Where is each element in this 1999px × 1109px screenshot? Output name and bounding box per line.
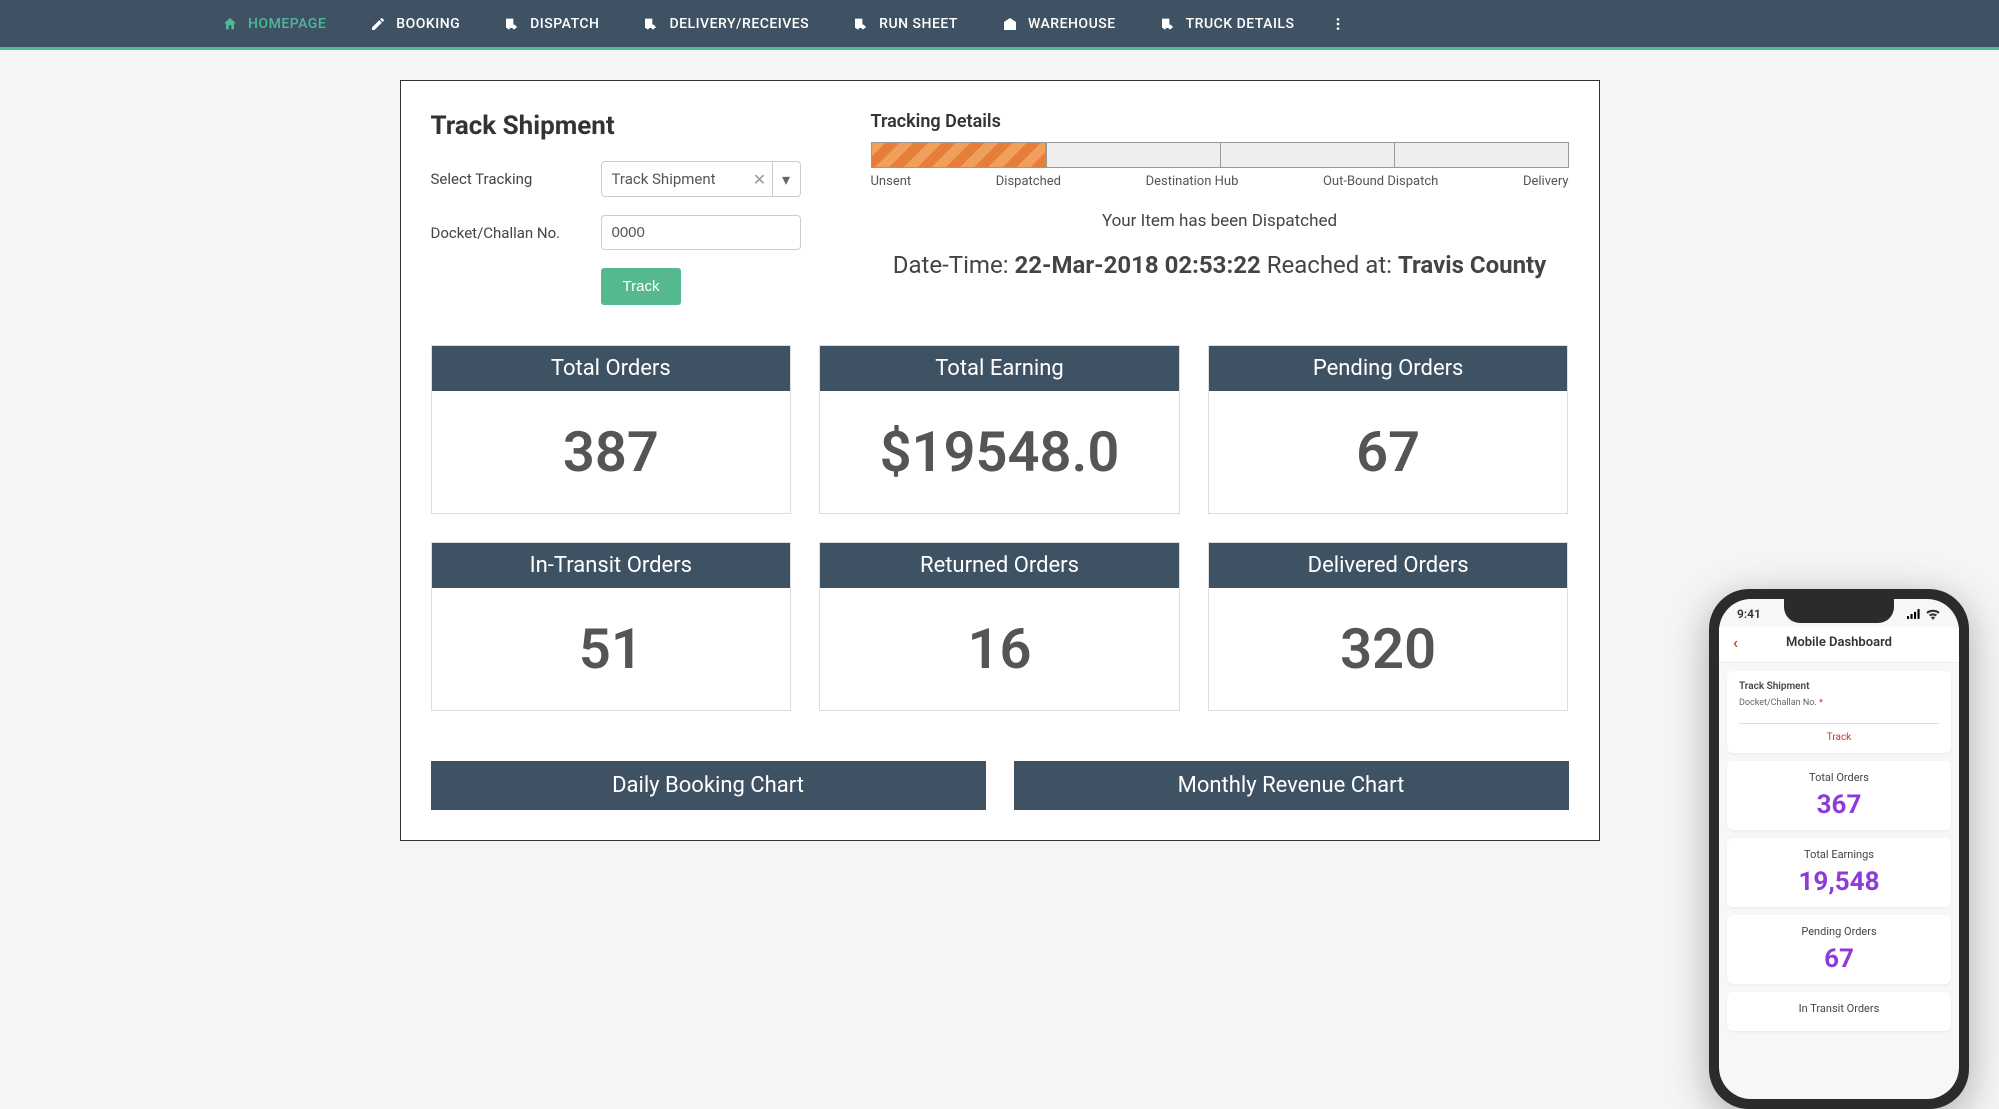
nav-label: BOOKING [396, 16, 460, 32]
stat-value: 51 [432, 588, 791, 710]
more-vert-icon [1330, 16, 1346, 32]
truck-icon [643, 16, 659, 32]
mobile-docket-label: Docket/Challan No. [1739, 698, 1817, 708]
nav-more[interactable] [1316, 16, 1360, 32]
mobile-track-title: Track Shipment [1739, 681, 1939, 692]
top-nav: HOMEPAGE BOOKING DISPATCH DELIVERY/RECEI… [0, 0, 1999, 50]
main-panel: Track Shipment Select Tracking Track Shi… [400, 80, 1600, 841]
track-button[interactable]: Track [601, 268, 682, 305]
mobile-stat-pending: Pending Orders 67 [1727, 915, 1951, 984]
nav-label: RUN SHEET [879, 16, 958, 32]
stage-label: Unsent [871, 174, 912, 189]
truck-icon [853, 16, 869, 32]
stat-label: Total Orders [432, 346, 791, 391]
phone-screen: 9:41 ‹ Mobile Dashboard Track Shipment D… [1719, 599, 1959, 1099]
nav-booking[interactable]: BOOKING [348, 0, 482, 47]
warehouse-icon [1002, 16, 1018, 32]
docket-label: Docket/Challan No. [431, 224, 581, 242]
mobile-stat-label: Pending Orders [1739, 925, 1939, 938]
phone-header: ‹ Mobile Dashboard [1719, 627, 1959, 663]
status-message: Your Item has been Dispatched [871, 211, 1569, 231]
select-value: Track Shipment [602, 162, 748, 196]
stat-value: 16 [820, 588, 1179, 710]
docket-input[interactable] [601, 215, 801, 250]
select-clear-icon[interactable]: ✕ [748, 162, 772, 196]
signal-icon [1907, 608, 1921, 620]
nav-label: DELIVERY/RECEIVES [669, 16, 809, 32]
reached-value: Travis County [1398, 251, 1546, 279]
home-icon [222, 16, 238, 32]
phone-status-icons [1907, 607, 1941, 621]
status-detail: Date-Time: 22-Mar-2018 02:53:22 Reached … [871, 251, 1569, 279]
edit-icon [370, 16, 386, 32]
stats-grid: Total Orders 387 Total Earning $19548.0 … [431, 345, 1569, 711]
stage-label: Destination Hub [1146, 174, 1239, 189]
mobile-stat-earnings: Total Earnings 19,548 [1727, 838, 1951, 907]
wifi-icon [1925, 608, 1941, 620]
phone-title: Mobile Dashboard [1786, 635, 1892, 650]
required-mark: * [1819, 698, 1823, 708]
chart-daily-header: Daily Booking Chart [431, 761, 986, 810]
track-form: Track Shipment Select Tracking Track Shi… [431, 111, 811, 305]
mobile-stat-label: Total Earnings [1739, 848, 1939, 861]
stat-card-returned: Returned Orders 16 [819, 542, 1180, 711]
tracking-select[interactable]: Track Shipment ✕ ▾ [601, 161, 801, 197]
mobile-track-button[interactable]: Track [1739, 732, 1939, 743]
select-tracking-label: Select Tracking [431, 170, 581, 188]
nav-warehouse[interactable]: WAREHOUSE [980, 0, 1138, 47]
stat-card-total-orders: Total Orders 387 [431, 345, 792, 514]
stat-label: Total Earning [820, 346, 1179, 391]
mobile-stat-label: In Transit Orders [1739, 1002, 1939, 1015]
progress-fill [872, 143, 1046, 167]
stat-label: Pending Orders [1209, 346, 1568, 391]
tracking-progress [871, 142, 1569, 168]
stage-label: Out-Bound Dispatch [1323, 174, 1438, 189]
mobile-docket-input[interactable] [1739, 710, 1939, 724]
truck-icon [1160, 16, 1176, 32]
back-icon[interactable]: ‹ [1733, 633, 1738, 652]
mobile-stat-value: 67 [1739, 944, 1939, 974]
stat-label: Returned Orders [820, 543, 1179, 588]
nav-label: DISPATCH [530, 16, 599, 32]
stat-value: 67 [1209, 391, 1568, 513]
phone-time: 9:41 [1737, 607, 1761, 621]
chart-row: Daily Booking Chart Monthly Revenue Char… [431, 761, 1569, 810]
stat-card-total-earning: Total Earning $19548.0 [819, 345, 1180, 514]
stat-card-intransit: In-Transit Orders 51 [431, 542, 792, 711]
nav-label: WAREHOUSE [1028, 16, 1116, 32]
nav-homepage[interactable]: HOMEPAGE [200, 0, 348, 47]
mobile-stat-value: 19,548 [1739, 867, 1939, 897]
phone-mockup: 9:41 ‹ Mobile Dashboard Track Shipment D… [1709, 589, 1969, 1109]
progress-labels: Unsent Dispatched Destination Hub Out-Bo… [871, 174, 1569, 189]
tracking-details: Tracking Details Unsent Dispatched Desti… [871, 111, 1569, 305]
stat-value: $19548.0 [820, 391, 1179, 513]
chart-monthly-header: Monthly Revenue Chart [1014, 761, 1569, 810]
stage-label: Delivery [1523, 174, 1569, 189]
stat-value: 387 [432, 391, 791, 513]
dt-value: 22-Mar-2018 02:53:22 [1014, 251, 1260, 279]
nav-dispatch[interactable]: DISPATCH [482, 0, 621, 47]
mobile-stat-label: Total Orders [1739, 771, 1939, 784]
chevron-down-icon[interactable]: ▾ [772, 162, 800, 196]
stat-card-delivered: Delivered Orders 320 [1208, 542, 1569, 711]
stage-label: Dispatched [996, 174, 1061, 189]
stat-card-pending: Pending Orders 67 [1208, 345, 1569, 514]
nav-runsheet[interactable]: RUN SHEET [831, 0, 980, 47]
stat-value: 320 [1209, 588, 1568, 710]
mobile-stat-intransit: In Transit Orders [1727, 992, 1951, 1031]
nav-delivery[interactable]: DELIVERY/RECEIVES [621, 0, 831, 47]
stat-label: In-Transit Orders [432, 543, 791, 588]
nav-label: TRUCK DETAILS [1186, 16, 1295, 32]
dt-label: Date-Time: [893, 251, 1015, 279]
truck-icon [504, 16, 520, 32]
mobile-track-card: Track Shipment Docket/Challan No. * Trac… [1727, 671, 1951, 753]
mobile-stat-value: 367 [1739, 790, 1939, 820]
reached-label: Reached at: [1261, 251, 1398, 279]
mobile-stat-total-orders: Total Orders 367 [1727, 761, 1951, 830]
nav-label: HOMEPAGE [248, 16, 326, 32]
stat-label: Delivered Orders [1209, 543, 1568, 588]
nav-truckdetails[interactable]: TRUCK DETAILS [1138, 0, 1317, 47]
track-title: Track Shipment [431, 111, 811, 141]
tracking-details-title: Tracking Details [871, 111, 1569, 132]
